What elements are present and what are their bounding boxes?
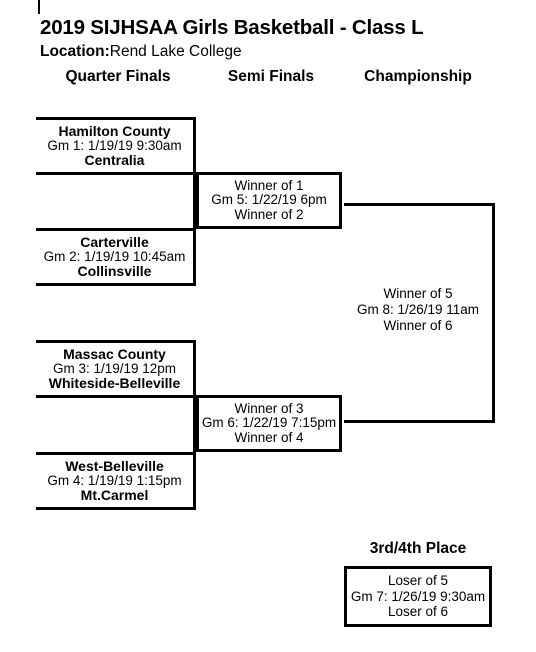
qf4-bottom-team: Mt.Carmel bbox=[80, 487, 149, 504]
qf2-game-info: Gm 2: 1/19/19 10:45am bbox=[43, 248, 186, 264]
qf1-game-info: Gm 1: 1/19/19 9:30am bbox=[47, 137, 182, 153]
round-header-semi-finals: Semi Finals bbox=[227, 68, 315, 85]
consolation-game-info: Gm 7: 1/26/19 9:30am bbox=[350, 588, 486, 604]
page-title: 2019 SIJHSAA Girls Basketball - Class L bbox=[40, 16, 424, 39]
corner-tick-mark bbox=[38, 0, 40, 14]
sf1-bottom-team: Winner of 2 bbox=[234, 206, 304, 222]
location-line: Location:Rend Lake College bbox=[40, 43, 242, 61]
qf2-top-team: Carterville bbox=[80, 234, 149, 251]
championship-bracket-spine bbox=[492, 203, 495, 423]
quarter-final-game-1: Hamilton County Gm 1: 1/19/19 9:30am Cen… bbox=[36, 117, 196, 175]
consolation-game-7: Loser of 5 Gm 7: 1/26/19 9:30am Loser of… bbox=[344, 566, 492, 627]
sf1-top-team: Winner of 1 bbox=[234, 177, 304, 193]
consolation-top-team: Loser of 5 bbox=[387, 573, 449, 589]
semi-final-game-5: Winner of 1 Gm 5: 1/22/19 6pm Winner of … bbox=[196, 172, 342, 229]
quarter-final-game-3: Massac County Gm 3: 1/19/19 12pm Whitesi… bbox=[36, 340, 196, 398]
connector-sf1-to-championship bbox=[344, 203, 495, 206]
quarter-final-game-2: Carterville Gm 2: 1/19/19 10:45am Collin… bbox=[36, 228, 196, 286]
consolation-title: 3rd/4th Place bbox=[369, 540, 467, 557]
location-label: Location: bbox=[40, 43, 110, 60]
qf3-bottom-team: Whiteside-Belleville bbox=[48, 375, 181, 392]
sf1-game-info: Gm 5: 1/22/19 6pm bbox=[211, 192, 327, 208]
qf4-top-team: West-Belleville bbox=[65, 458, 164, 475]
location-value: Rend Lake College bbox=[109, 43, 242, 60]
champ-top-team: Winner of 5 bbox=[383, 286, 453, 301]
semi-final-game-6: Winner of 3 Gm 6: 1/22/19 7:15pm Winner … bbox=[196, 395, 342, 452]
consolation-bottom-team: Loser of 6 bbox=[387, 604, 449, 620]
connector-sf2-to-championship bbox=[344, 420, 495, 423]
qf2-bottom-team: Collinsville bbox=[77, 263, 152, 280]
quarter-final-game-4: West-Belleville Gm 4: 1/19/19 1:15pm Mt.… bbox=[36, 452, 196, 510]
sf2-top-team: Winner of 3 bbox=[234, 400, 304, 416]
qf3-game-info: Gm 3: 1/19/19 12pm bbox=[52, 360, 177, 376]
sf2-game-info: Gm 6: 1/22/19 7:15pm bbox=[201, 415, 337, 431]
round-header-quarter-finals: Quarter Finals bbox=[65, 68, 171, 85]
champ-game-info: Gm 8: 1/26/19 11am bbox=[356, 302, 480, 318]
qf1-top-team: Hamilton County bbox=[58, 123, 171, 140]
qf4-game-info: Gm 4: 1/19/19 1:15pm bbox=[47, 472, 182, 488]
tournament-bracket: 2019 SIJHSAA Girls Basketball - Class L … bbox=[0, 0, 536, 652]
championship-game-8: Winner of 5 Gm 8: 1/26/19 11am Winner of… bbox=[344, 286, 492, 335]
round-header-championship: Championship bbox=[364, 68, 472, 85]
champ-bottom-team: Winner of 6 bbox=[383, 318, 453, 334]
sf2-bottom-team: Winner of 4 bbox=[234, 429, 304, 445]
qf1-bottom-team: Centralia bbox=[84, 152, 145, 169]
qf3-top-team: Massac County bbox=[63, 346, 166, 363]
